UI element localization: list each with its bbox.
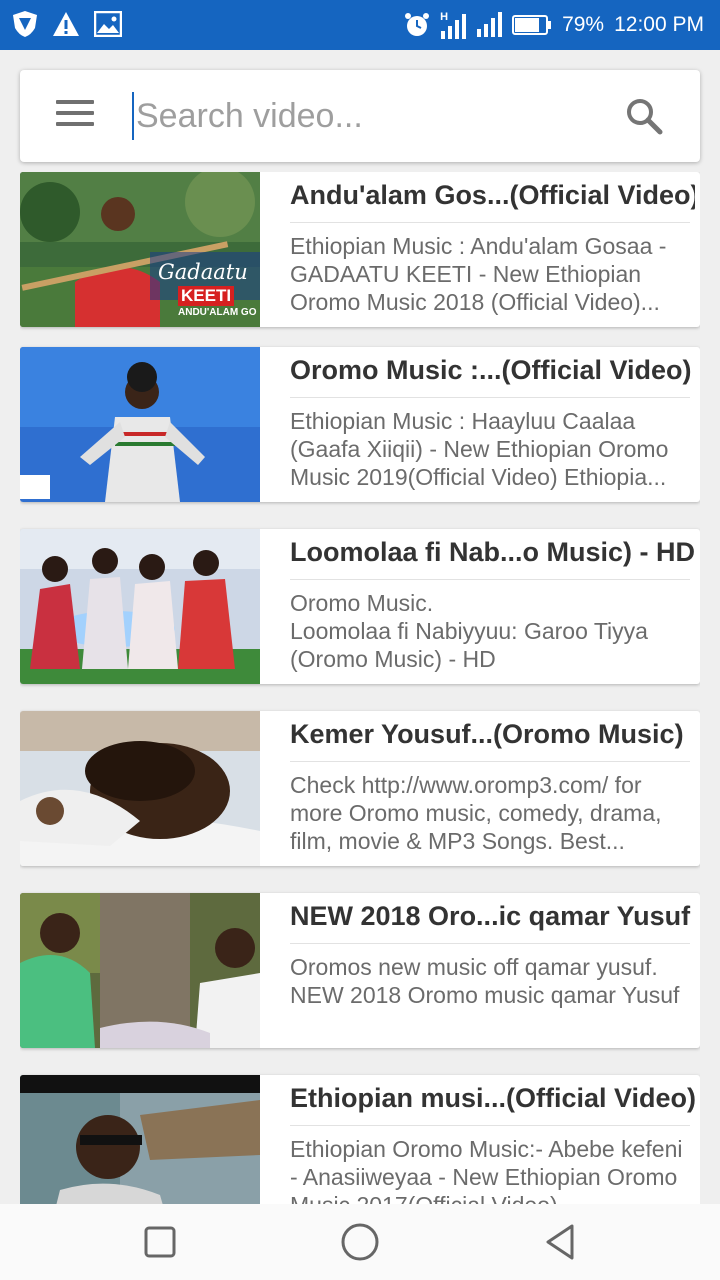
video-card[interactable]: Gadaatu KEETI ANDU'ALAM GO Andu'alam Gos…	[20, 172, 700, 327]
status-bar: H 79% 12:00 PM	[0, 0, 720, 50]
video-thumbnail	[20, 711, 260, 866]
video-card[interactable]: NEW 2018 Oro...ic qamar Yusuf Oromos new…	[20, 893, 700, 1048]
video-title: Loomolaa fi Nab...o Music) - HD	[290, 537, 695, 567]
video-card[interactable]: Loomolaa fi Nab...o Music) - HD Oromo Mu…	[20, 529, 700, 684]
thumbnail-caption: Gadaatu	[158, 260, 248, 284]
battery-icon	[512, 15, 552, 35]
video-description: Ethiopian Music : Andu'alam Gosaa - GADA…	[290, 233, 667, 315]
video-card[interactable]: Kemer Yousuf...(Oromo Music) Check http:…	[20, 711, 700, 866]
video-description: Ethiopian Oromo Music:- Abebe kefeni - A…	[290, 1136, 683, 1204]
divider	[290, 579, 690, 580]
hamburger-menu-icon[interactable]	[56, 100, 94, 130]
video-title: Oromo Music :...(Official Video)	[290, 355, 692, 385]
video-title: Ethiopian musi...(Official Video)	[290, 1083, 695, 1113]
video-description: Check http://www.oromp3.com/ for more Or…	[290, 772, 662, 854]
search-bar	[20, 70, 700, 162]
shield-icon	[13, 11, 37, 37]
video-thumbnail	[20, 1075, 260, 1204]
divider	[290, 1125, 690, 1126]
divider	[290, 397, 690, 398]
video-title: NEW 2018 Oro...ic qamar Yusuf	[290, 901, 691, 931]
video-list: Gadaatu KEETI ANDU'ALAM GO Andu'alam Gos…	[20, 172, 700, 1204]
thumbnail-caption: ANDU'ALAM GO	[178, 307, 257, 318]
text-cursor	[132, 92, 134, 140]
video-description: Oromos new music off qamar yusuf. NEW 20…	[290, 954, 680, 1008]
home-icon[interactable]	[338, 1220, 382, 1264]
navigation-bar	[0, 1204, 720, 1280]
video-thumbnail	[20, 893, 260, 1048]
video-thumbnail	[20, 529, 260, 684]
search-icon[interactable]	[624, 96, 664, 136]
battery-percent: 79%	[562, 13, 605, 36]
video-thumbnail: Gadaatu KEETI ANDU'ALAM GO	[20, 172, 260, 327]
image-icon	[94, 11, 122, 37]
divider	[290, 943, 690, 944]
recent-apps-icon[interactable]	[138, 1220, 182, 1264]
video-card[interactable]: Oromo Music :...(Official Video) Ethiopi…	[20, 347, 700, 502]
video-title: Andu'alam Gos...(Official Video)	[290, 180, 695, 210]
video-title: Kemer Yousuf...(Oromo Music)	[290, 719, 684, 749]
clock: 12:00 PM	[614, 13, 704, 36]
search-input[interactable]	[132, 92, 596, 140]
back-icon[interactable]	[538, 1220, 582, 1264]
signal-icon	[477, 12, 503, 37]
video-card[interactable]: Ethiopian musi...(Official Video) Ethiop…	[20, 1075, 700, 1204]
video-description: Oromo Music. Loomolaa fi Nabiyyuu: Garoo…	[290, 590, 648, 672]
video-thumbnail	[20, 347, 260, 502]
alarm-icon	[405, 13, 430, 36]
warning-icon	[53, 12, 79, 36]
signal-icon: H	[440, 10, 467, 40]
thumbnail-caption: KEETI	[178, 286, 235, 306]
video-description: Ethiopian Music : Haayluu Caalaa (Gaafa …	[290, 408, 669, 490]
divider	[290, 222, 690, 223]
divider	[290, 761, 690, 762]
